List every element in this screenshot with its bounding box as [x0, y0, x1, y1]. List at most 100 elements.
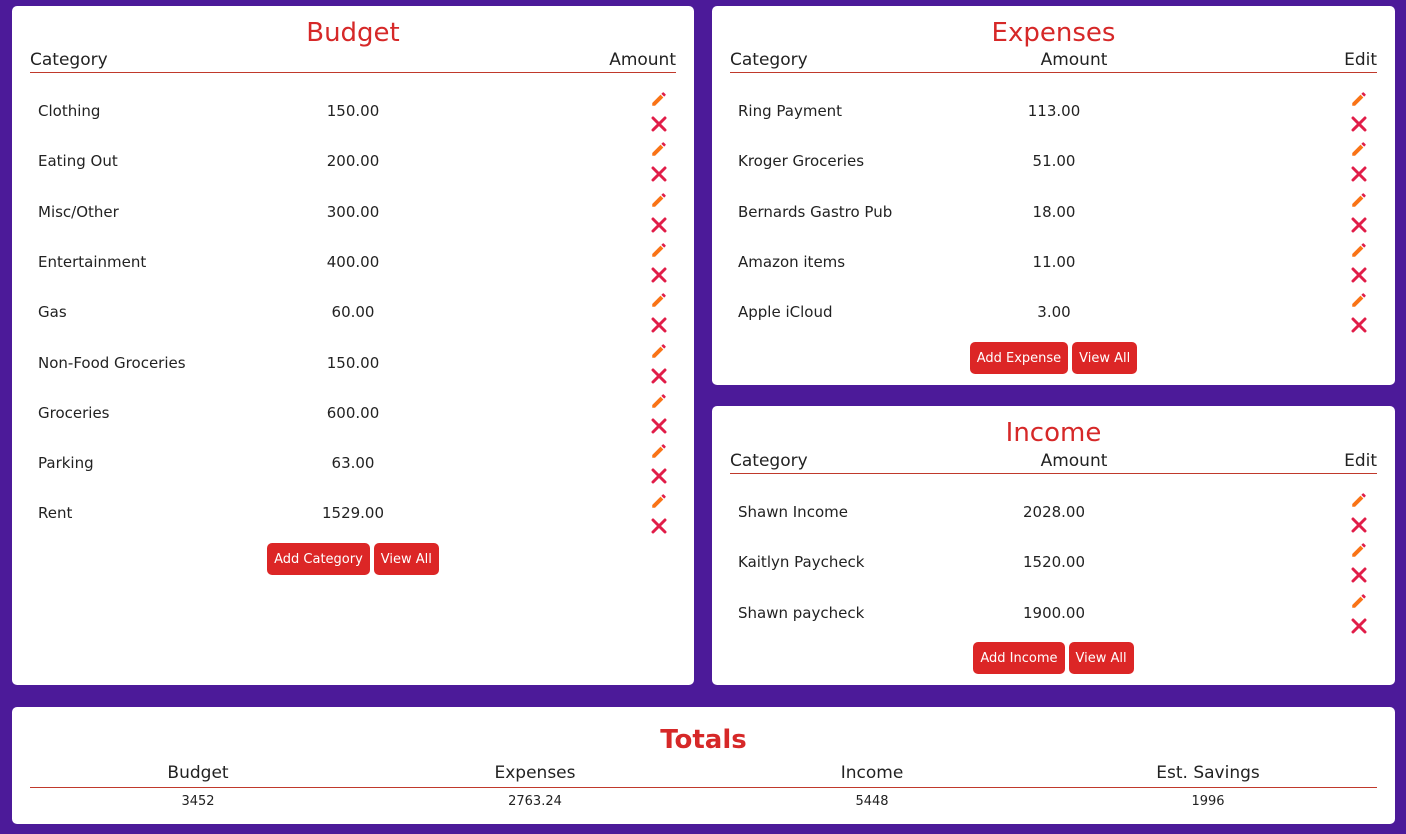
row-category: Groceries [38, 403, 110, 422]
close-icon[interactable] [1349, 114, 1369, 134]
close-icon[interactable] [649, 164, 669, 184]
close-icon[interactable] [649, 416, 669, 436]
table-row: Eating Out 200.00 [30, 133, 676, 183]
amount-header: Amount [1040, 50, 1108, 70]
close-icon[interactable] [1349, 215, 1369, 235]
row-category: Shawn paycheck [738, 603, 865, 622]
view-all-expenses-button[interactable]: View All [1072, 342, 1138, 374]
close-icon[interactable] [1349, 164, 1369, 184]
pencil-icon[interactable] [649, 89, 669, 109]
totals-budget-value: 3452 [181, 794, 215, 809]
close-icon[interactable] [649, 366, 669, 386]
view-all-budget-button[interactable]: View All [373, 543, 439, 575]
row-category: Bernards Gastro Pub [738, 202, 893, 221]
row-category: Amazon items [738, 252, 846, 271]
pencil-icon[interactable] [1349, 290, 1369, 310]
row-category: Gas [38, 303, 67, 322]
close-icon[interactable] [649, 215, 669, 235]
close-icon[interactable] [649, 516, 669, 536]
row-amount: 300.00 [326, 202, 380, 221]
edit-header: Edit [1344, 451, 1377, 471]
close-icon[interactable] [649, 265, 669, 285]
close-icon[interactable] [649, 315, 669, 335]
table-row: Bernards Gastro Pub 18.00 [730, 184, 1377, 234]
table-row: Entertainment 400.00 [30, 234, 676, 284]
row-amount: 1529.00 [321, 504, 385, 523]
row-amount: 51.00 [1032, 152, 1076, 171]
row-amount: 63.00 [331, 454, 375, 473]
table-row: Gas 60.00 [30, 284, 676, 334]
row-amount: 18.00 [1032, 202, 1076, 221]
row-amount: 113.00 [1027, 102, 1081, 120]
table-row: Non-Food Groceries 150.00 [30, 335, 676, 385]
pencil-icon[interactable] [1349, 540, 1369, 560]
table-row: Apple iCloud 3.00 [730, 284, 1377, 334]
row-amount: 1900.00 [1022, 603, 1086, 622]
row-category: Shawn Income [738, 503, 848, 521]
table-row: Shawn Income 2028.00 [730, 484, 1377, 534]
table-row: Ring Payment 113.00 [730, 83, 1377, 133]
pencil-icon[interactable] [1349, 490, 1369, 510]
totals-income-header: Income [840, 763, 904, 783]
close-icon[interactable] [1349, 515, 1369, 535]
totals-expenses-header: Expenses [494, 763, 576, 783]
budget-table-header: Category Amount [30, 50, 676, 73]
row-amount: 60.00 [331, 303, 375, 322]
category-header: Category [730, 451, 808, 471]
table-row: Misc/Other 300.00 [30, 184, 676, 234]
row-category: Non-Food Groceries [38, 353, 186, 372]
close-icon[interactable] [1349, 616, 1369, 636]
pencil-icon[interactable] [649, 491, 669, 511]
pencil-icon[interactable] [649, 139, 669, 159]
add-income-button[interactable]: Add Income [973, 642, 1065, 674]
totals-budget-header: Budget [167, 763, 229, 783]
pencil-icon[interactable] [649, 391, 669, 411]
close-icon[interactable] [1349, 315, 1369, 335]
add-expense-button[interactable]: Add Expense [969, 342, 1069, 374]
pencil-icon[interactable] [1349, 591, 1369, 611]
totals-income-value: 5448 [855, 794, 889, 809]
close-icon[interactable] [1349, 265, 1369, 285]
row-amount: 400.00 [326, 252, 380, 271]
row-category: Kroger Groceries [738, 152, 865, 171]
pencil-icon[interactable] [1349, 139, 1369, 159]
pencil-icon[interactable] [649, 240, 669, 260]
row-category: Misc/Other [38, 202, 119, 221]
amount-header: Amount [1040, 451, 1108, 471]
income-table-header: Category Amount Edit [730, 451, 1377, 474]
category-header: Category [30, 50, 108, 70]
pencil-icon[interactable] [1349, 190, 1369, 210]
pencil-icon[interactable] [1349, 240, 1369, 260]
pencil-icon[interactable] [1349, 89, 1369, 109]
row-amount: 3.00 [1037, 303, 1071, 322]
income-actions: Add Income View All [712, 642, 1395, 674]
pencil-icon[interactable] [649, 290, 669, 310]
table-row: Kaitlyn Paycheck 1520.00 [730, 534, 1377, 584]
expenses-table-header: Category Amount Edit [730, 50, 1377, 73]
table-row: Parking 63.00 [30, 435, 676, 485]
close-icon[interactable] [649, 466, 669, 486]
table-row: Shawn paycheck 1900.00 [730, 585, 1377, 635]
view-all-income-button[interactable]: View All [1068, 642, 1134, 674]
edit-header: Edit [1344, 50, 1377, 70]
table-row: Clothing 150.00 [30, 83, 676, 133]
pencil-icon[interactable] [649, 341, 669, 361]
row-category: Parking [38, 454, 94, 473]
pencil-icon[interactable] [649, 441, 669, 461]
row-amount: 600.00 [326, 403, 380, 422]
close-icon[interactable] [649, 114, 669, 134]
budget-panel: Budget Category Amount Clothing 150.00 Eat… [12, 6, 694, 685]
table-row: Kroger Groceries 51.00 [730, 133, 1377, 183]
budget-actions: Add Category View All [12, 543, 694, 575]
budget-title: Budget [306, 18, 400, 48]
row-category: Clothing [38, 102, 101, 120]
row-category: Rent [38, 504, 73, 523]
pencil-icon[interactable] [649, 190, 669, 210]
category-header: Category [730, 50, 808, 70]
totals-header: Budget Expenses Income Est. Savings [30, 763, 1377, 788]
add-category-button[interactable]: Add Category [267, 543, 370, 575]
close-icon[interactable] [1349, 565, 1369, 585]
row-amount: 150.00 [326, 353, 380, 372]
row-category: Kaitlyn Paycheck [738, 553, 865, 572]
row-amount: 2028.00 [1022, 503, 1086, 521]
